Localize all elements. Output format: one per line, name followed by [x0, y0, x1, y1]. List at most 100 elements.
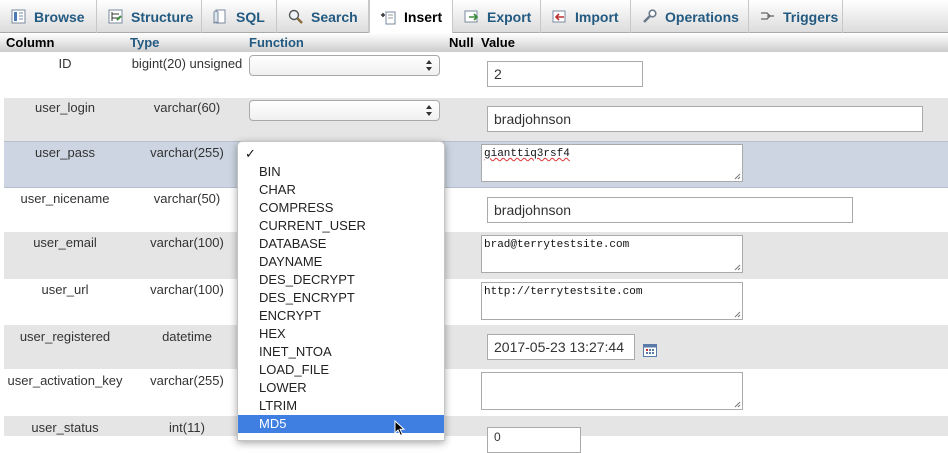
dropdown-option-compress[interactable]: COMPRESS — [238, 199, 444, 217]
search-icon — [287, 8, 304, 25]
tab-export[interactable]: Export — [453, 0, 541, 33]
value-textarea[interactable] — [481, 372, 743, 410]
select-arrows-icon — [426, 105, 432, 116]
sql-icon — [212, 8, 229, 25]
value-textarea[interactable]: gianttiq3rsf4 — [481, 144, 743, 182]
dropdown-option-des-decrypt[interactable]: DES_DECRYPT — [238, 271, 444, 289]
column-name: ID — [58, 56, 72, 71]
insert-icon — [380, 9, 397, 26]
resize-grip-icon[interactable] — [734, 311, 741, 318]
dropdown-option-lower[interactable]: LOWER — [238, 379, 444, 397]
value-input[interactable]: bradjohnson — [487, 197, 853, 223]
dropdown-option-hex[interactable]: HEX — [238, 325, 444, 343]
header-type[interactable]: Type — [130, 35, 159, 50]
tab-label: Triggers — [783, 8, 839, 25]
tab-structure[interactable]: Structure — [97, 0, 202, 33]
mouse-cursor-icon — [394, 420, 406, 437]
value-textarea[interactable]: http://terrytestsite.com — [481, 282, 743, 320]
resize-grip-icon[interactable] — [734, 401, 741, 408]
tab-label: Browse — [34, 8, 85, 25]
tab-triggers[interactable]: Triggers — [749, 0, 843, 33]
column-name: user_pass — [35, 145, 95, 160]
tab-label: Export — [487, 8, 532, 25]
column-name: user_email — [33, 235, 97, 250]
tab-bar: Browse Structure SQL Search Insert Expor… — [0, 0, 948, 34]
value-input[interactable]: bradjohnson — [487, 106, 923, 132]
value-text: http://terrytestsite.com — [484, 286, 643, 298]
column-name: user_activation_key — [7, 373, 123, 388]
column-type: varchar(100) — [150, 235, 224, 250]
table-row: user_email varchar(100) brad@terrytestsi… — [4, 232, 948, 279]
value-text: gianttiq3rsf4 — [484, 148, 570, 160]
wrench-icon — [641, 8, 658, 25]
table-row: user_nicename varchar(50) bradjohnson — [4, 188, 948, 232]
table-row: user_registered datetime 2017-05-23 13:2… — [4, 325, 948, 369]
column-type: int(11) — [169, 420, 205, 435]
table-row: ID bigint(20) unsigned 2 — [4, 52, 948, 98]
header-value: Value — [481, 35, 515, 50]
calendar-icon[interactable] — [643, 343, 657, 357]
tab-search[interactable]: Search — [277, 0, 369, 33]
table-row: user_status int(11) 0 — [4, 416, 948, 453]
browse-icon — [10, 8, 27, 25]
table-row: user_activation_key varchar(255) — [4, 369, 948, 416]
function-select[interactable] — [249, 55, 440, 76]
structure-icon — [107, 8, 124, 25]
function-select[interactable] — [249, 100, 440, 121]
tab-label: Import — [575, 8, 619, 25]
export-icon — [463, 8, 480, 25]
dropdown-option-load-file[interactable]: LOAD_FILE — [238, 361, 444, 379]
dropdown-option-inet-ntoa[interactable]: INET_NTOA — [238, 343, 444, 361]
column-type: bigint(20) unsigned — [131, 56, 243, 71]
header-null: Null — [449, 35, 474, 50]
tab-label: SQL — [236, 8, 265, 25]
table-row: user_pass varchar(255) gianttiq3rsf4 — [4, 141, 948, 188]
column-type: varchar(255) — [150, 145, 224, 160]
column-name: user_login — [35, 100, 95, 115]
select-arrows-icon — [426, 60, 432, 71]
resize-grip-icon[interactable] — [734, 264, 741, 271]
dropdown-option-des-encrypt[interactable]: DES_ENCRYPT — [238, 289, 444, 307]
dropdown-option-database[interactable]: DATABASE — [238, 235, 444, 253]
tab-label: Search — [311, 8, 358, 25]
dropdown-option-current-user[interactable]: CURRENT_USER — [238, 217, 444, 235]
value-input[interactable]: 2 — [487, 61, 643, 87]
column-type: varchar(60) — [153, 100, 221, 115]
value-textarea[interactable]: brad@terrytestsite.com — [481, 235, 743, 273]
column-type: varchar(255) — [150, 373, 224, 388]
tab-label: Insert — [404, 9, 443, 25]
value-input[interactable]: 0 — [487, 427, 581, 453]
tab-insert[interactable]: Insert — [369, 0, 453, 34]
column-name: user_nicename — [20, 191, 110, 206]
dropdown-option-ltrim[interactable]: LTRIM — [238, 397, 444, 415]
table-header: Column Type Function Null Value — [0, 33, 948, 52]
column-name: user_url — [41, 282, 89, 297]
column-type: varchar(50) — [153, 191, 221, 206]
tab-operations[interactable]: Operations — [631, 0, 749, 33]
value-input[interactable]: 2017-05-23 13:27:44 — [487, 334, 635, 360]
dropdown-option-bin[interactable]: BIN — [238, 163, 444, 181]
import-icon — [551, 8, 568, 25]
column-type: varchar(100) — [150, 282, 224, 297]
tab-browse[interactable]: Browse — [0, 0, 97, 33]
column-type: datetime — [162, 329, 212, 344]
dropdown-option-encrypt[interactable]: ENCRYPT — [238, 307, 444, 325]
value-text: brad@terrytestsite.com — [484, 239, 630, 251]
table-row: user_url varchar(100) http://terrytestsi… — [4, 279, 948, 325]
header-column: Column — [6, 35, 55, 50]
resize-grip-icon[interactable] — [734, 173, 741, 180]
tab-label: Structure — [131, 8, 194, 25]
function-dropdown[interactable]: ✓ BIN CHAR COMPRESS CURRENT_USER DATABAS… — [237, 141, 445, 441]
header-function[interactable]: Function — [249, 35, 304, 50]
triggers-icon — [759, 8, 776, 25]
column-name: user_status — [31, 420, 99, 435]
column-name: user_registered — [19, 329, 111, 344]
tab-label: Operations — [665, 8, 739, 25]
tab-import[interactable]: Import — [541, 0, 631, 33]
table-row: user_login varchar(60) bradjohnson — [4, 98, 948, 141]
dropdown-option-char[interactable]: CHAR — [238, 181, 444, 199]
tab-sql[interactable]: SQL — [202, 0, 277, 33]
dropdown-option-dayname[interactable]: DAYNAME — [238, 253, 444, 271]
dropdown-option-md5[interactable]: MD5 — [238, 415, 444, 433]
checkmark-icon: ✓ — [245, 146, 256, 161]
